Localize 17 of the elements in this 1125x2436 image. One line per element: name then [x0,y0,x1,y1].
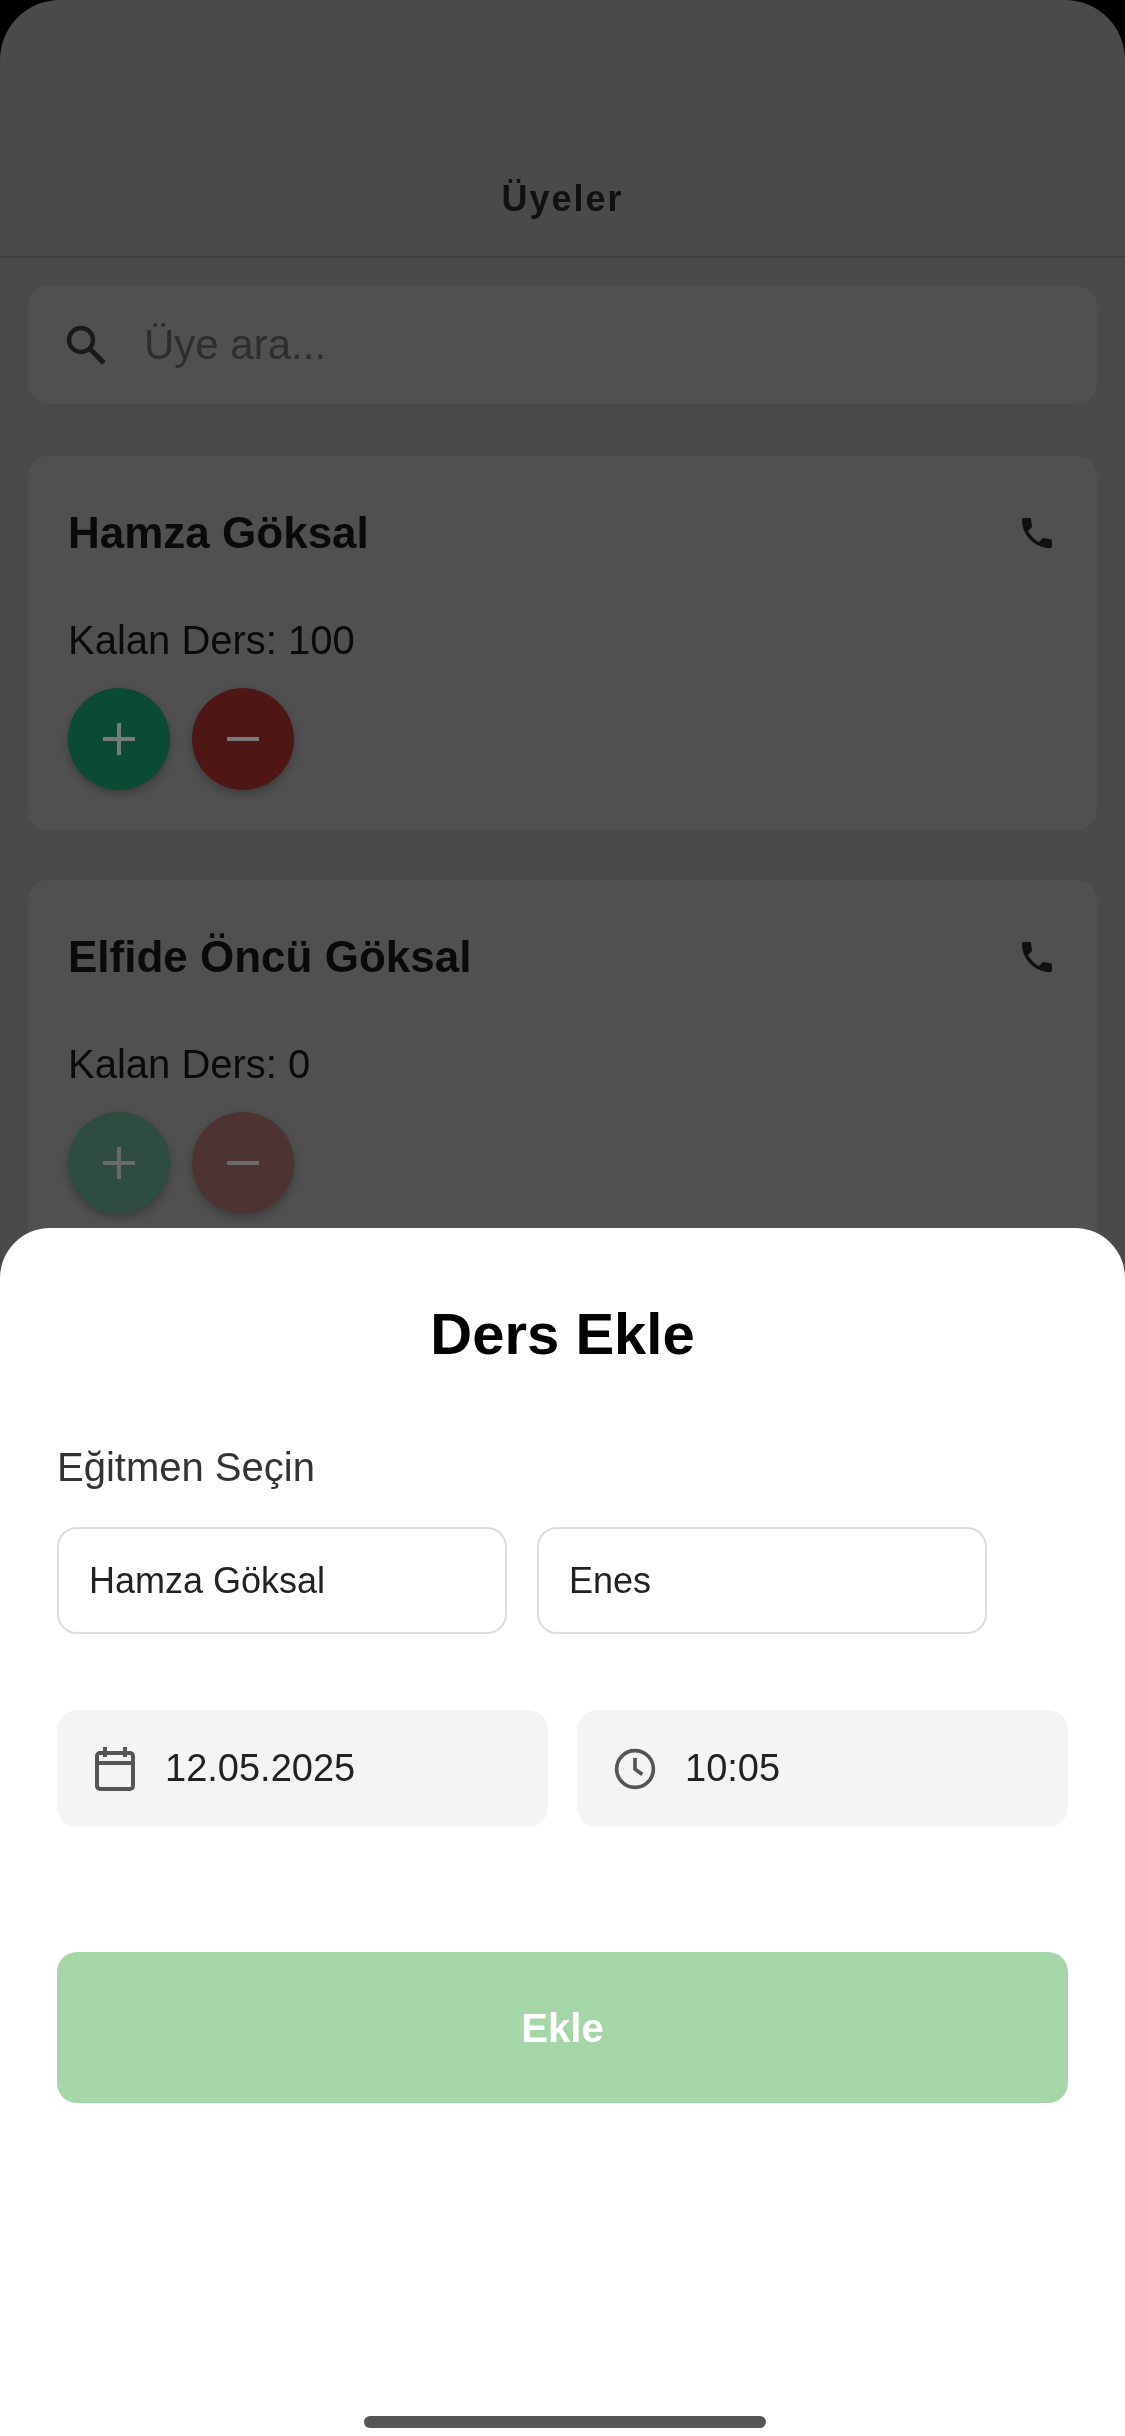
minus-icon [227,737,259,741]
member-name: Hamza Göksal [68,507,369,559]
member-name: Elfide Öncü Göksal [68,931,472,983]
date-field[interactable]: 12.05.2025 [57,1710,548,1827]
date-value: 12.05.2025 [165,1746,356,1791]
instructor-option[interactable]: Hamza Göksal [57,1527,507,1634]
field-label: Eğitmen Seçin [57,1444,316,1491]
time-value: 10:05 [685,1746,781,1791]
sheet-title: Ders Ekle [430,1300,695,1368]
calendar-icon [93,1744,137,1793]
clock-icon [613,1746,657,1791]
remaining-lessons: Kalan Ders: 100 [68,617,356,664]
time-field[interactable]: 10:05 [577,1710,1068,1827]
header-title: Üyeler [501,177,624,221]
instructor-option[interactable]: Enes [537,1527,987,1634]
remaining-lessons: Kalan Ders: 0 [68,1041,312,1088]
minus-icon [227,1161,259,1165]
